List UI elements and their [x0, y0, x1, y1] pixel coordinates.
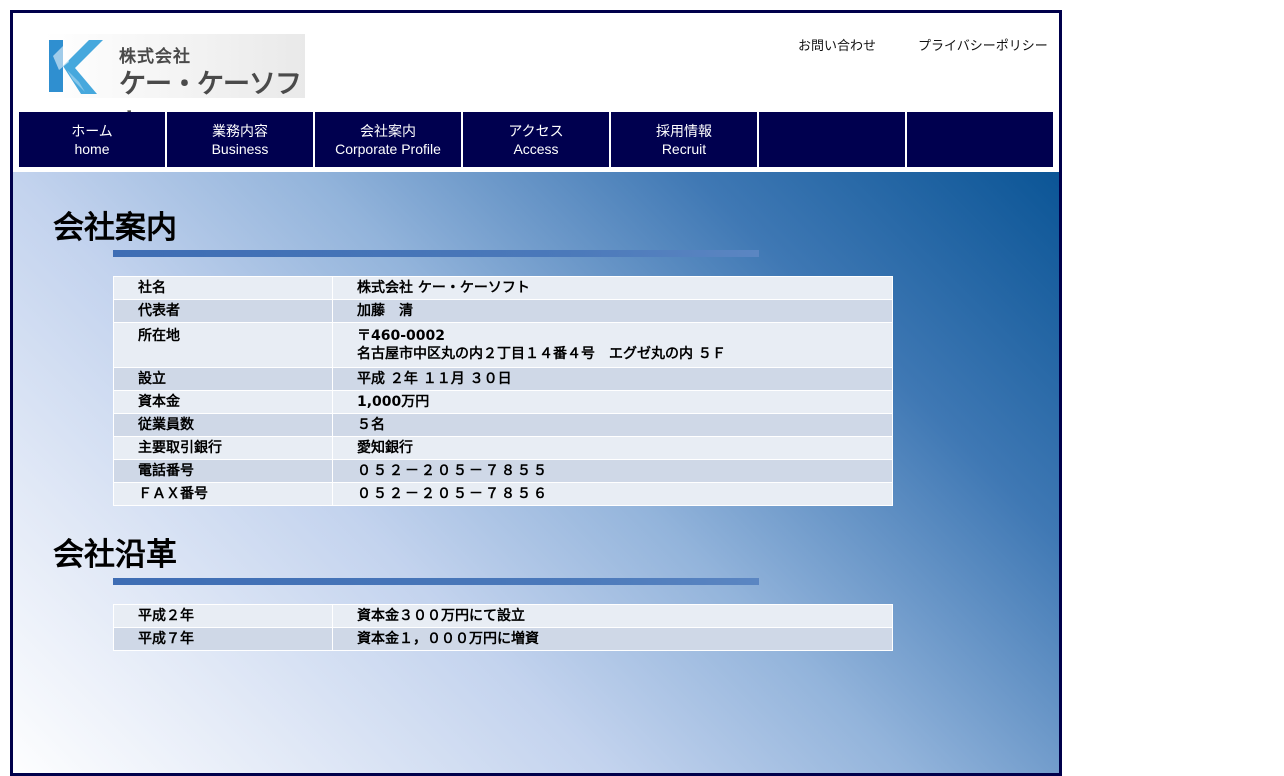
row-label: 代表者 — [113, 299, 333, 323]
row-value: 愛知銀行 — [332, 436, 893, 460]
table-row: 代表者 加藤 清 — [113, 299, 893, 323]
nav-item-label-en: Access — [513, 140, 559, 157]
company-profile-table: 社名 株式会社 ケー・ケーソフト 代表者 加藤 清 所在地 〒460-0002 … — [113, 276, 893, 506]
page-frame: 株式会社 ケー・ケーソフト お問い合わせ プライバシーポリシー ホーム home… — [10, 10, 1062, 776]
row-value: 加藤 清 — [332, 299, 893, 323]
table-row: 資本金 1,000万円 — [113, 390, 893, 414]
row-label: 従業員数 — [113, 413, 333, 437]
table-row: 平成７年 資本金１，０００万円に増資 — [113, 627, 893, 651]
table-row: 平成２年 資本金３００万円にて設立 — [113, 604, 893, 628]
row-label: 電話番号 — [113, 459, 333, 483]
postal-code: 〒460-0002 — [357, 328, 445, 344]
row-label: 平成２年 — [113, 604, 333, 628]
table-row: 主要取引銀行 愛知銀行 — [113, 436, 893, 460]
row-value: ０５２－２０５－７８５６ — [332, 482, 893, 506]
nav-item-label-en: Business — [211, 140, 269, 157]
row-value: 資本金３００万円にて設立 — [332, 604, 893, 628]
nav-item-recruit[interactable]: 採用情報 Recruit — [611, 112, 757, 167]
row-value: 資本金１，０００万円に増資 — [332, 627, 893, 651]
table-row: 社名 株式会社 ケー・ケーソフト — [113, 276, 893, 300]
privacy-policy-link[interactable]: プライバシーポリシー — [918, 35, 1048, 54]
row-value: 株式会社 ケー・ケーソフト — [332, 276, 893, 300]
kk-logo-icon — [49, 40, 103, 94]
table-row: ＦＡＸ番号 ０５２－２０５－７８５６ — [113, 482, 893, 506]
row-value: 1,000万円 — [332, 390, 893, 414]
nav-item-label-ja: 業務内容 — [212, 122, 268, 139]
row-label: ＦＡＸ番号 — [113, 482, 333, 506]
row-value: ０５２－２０５－７８５５ — [332, 459, 893, 483]
row-label: 主要取引銀行 — [113, 436, 333, 460]
contact-link[interactable]: お問い合わせ — [798, 35, 876, 54]
table-row: 所在地 〒460-0002 名古屋市中区丸の内２丁目１４番４号 エグゼ丸の内 ５… — [113, 322, 893, 368]
row-label: 資本金 — [113, 390, 333, 414]
nav-item-label-en: Recruit — [661, 140, 707, 157]
row-label: 平成７年 — [113, 627, 333, 651]
nav-item-business[interactable]: 業務内容 Business — [167, 112, 313, 167]
nav-item-empty-1[interactable] — [759, 112, 905, 167]
nav-item-label-en: Corporate Profile — [335, 140, 441, 157]
row-label: 設立 — [113, 367, 333, 391]
heading-underline — [113, 250, 759, 257]
table-row: 電話番号 ０５２－２０５－７８５５ — [113, 459, 893, 483]
nav-item-access[interactable]: アクセス Access — [463, 112, 609, 167]
nav-item-empty-2[interactable] — [907, 112, 1053, 167]
heading-underline — [113, 578, 759, 585]
nav-item-label-en: home — [74, 140, 110, 157]
company-history-table: 平成２年 資本金３００万円にて設立 平成７年 資本金１，０００万円に増資 — [113, 604, 893, 651]
row-value: 平成 ２年 １１月 ３０日 — [332, 367, 893, 391]
nav-item-label-ja: アクセス — [508, 122, 564, 139]
nav-item-label-ja: 会社案内 — [360, 122, 416, 139]
nav-item-label-ja: ホーム — [71, 122, 113, 139]
header: 株式会社 ケー・ケーソフト お問い合わせ プライバシーポリシー — [13, 13, 1059, 139]
main-nav: ホーム home 業務内容 Business 会社案内 Corporate Pr… — [19, 112, 1055, 168]
row-value: ５名 — [332, 413, 893, 437]
row-value-address: 〒460-0002 名古屋市中区丸の内２丁目１４番４号 エグゼ丸の内 ５Ｆ — [332, 322, 893, 368]
nav-item-label-ja: 採用情報 — [656, 122, 712, 139]
row-label: 所在地 — [113, 322, 333, 368]
main-content: 会社案内 社名 株式会社 ケー・ケーソフト 代表者 加藤 清 所在地 〒460-… — [13, 172, 1059, 773]
row-label: 社名 — [113, 276, 333, 300]
table-row: 設立 平成 ２年 １１月 ３０日 — [113, 367, 893, 391]
nav-item-corporate-profile[interactable]: 会社案内 Corporate Profile — [315, 112, 461, 167]
address-line: 名古屋市中区丸の内２丁目１４番４号 エグゼ丸の内 ５Ｆ — [357, 346, 726, 362]
nav-item-home[interactable]: ホーム home — [19, 112, 165, 167]
company-history-heading: 会社沿革 — [53, 537, 177, 573]
table-row: 従業員数 ５名 — [113, 413, 893, 437]
company-logo[interactable]: 株式会社 ケー・ケーソフト — [45, 34, 305, 139]
company-profile-heading: 会社案内 — [53, 210, 177, 246]
